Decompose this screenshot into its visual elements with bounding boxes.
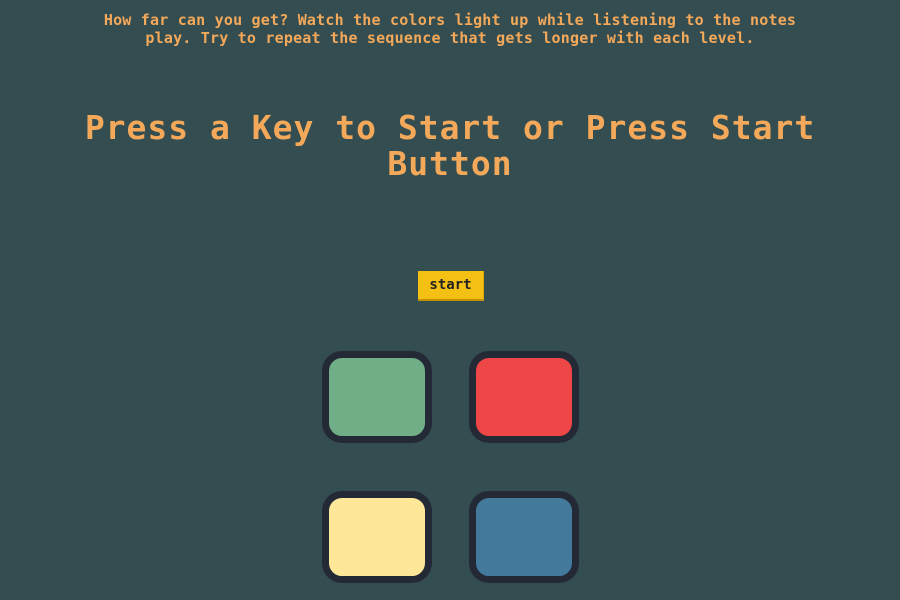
- green-pad[interactable]: [322, 351, 432, 443]
- instructions-line-2: play. Try to repeat the sequence that ge…: [145, 29, 755, 47]
- level-title-line-2: Button: [387, 144, 513, 183]
- red-pad[interactable]: [469, 351, 579, 443]
- instructions-line-1: How far can you get? Watch the colors li…: [103, 11, 797, 29]
- blue-pad[interactable]: [469, 491, 579, 583]
- level-title: Press a Key to Start or Press Start Butt…: [0, 110, 900, 182]
- yellow-pad[interactable]: [322, 491, 432, 583]
- start-button[interactable]: start: [418, 271, 484, 301]
- level-title-line-1: Press a Key to Start or Press Start: [84, 108, 816, 147]
- instructions-text: How far can you get? Watch the colors li…: [0, 11, 900, 47]
- simon-game-page: How far can you get? Watch the colors li…: [0, 0, 900, 600]
